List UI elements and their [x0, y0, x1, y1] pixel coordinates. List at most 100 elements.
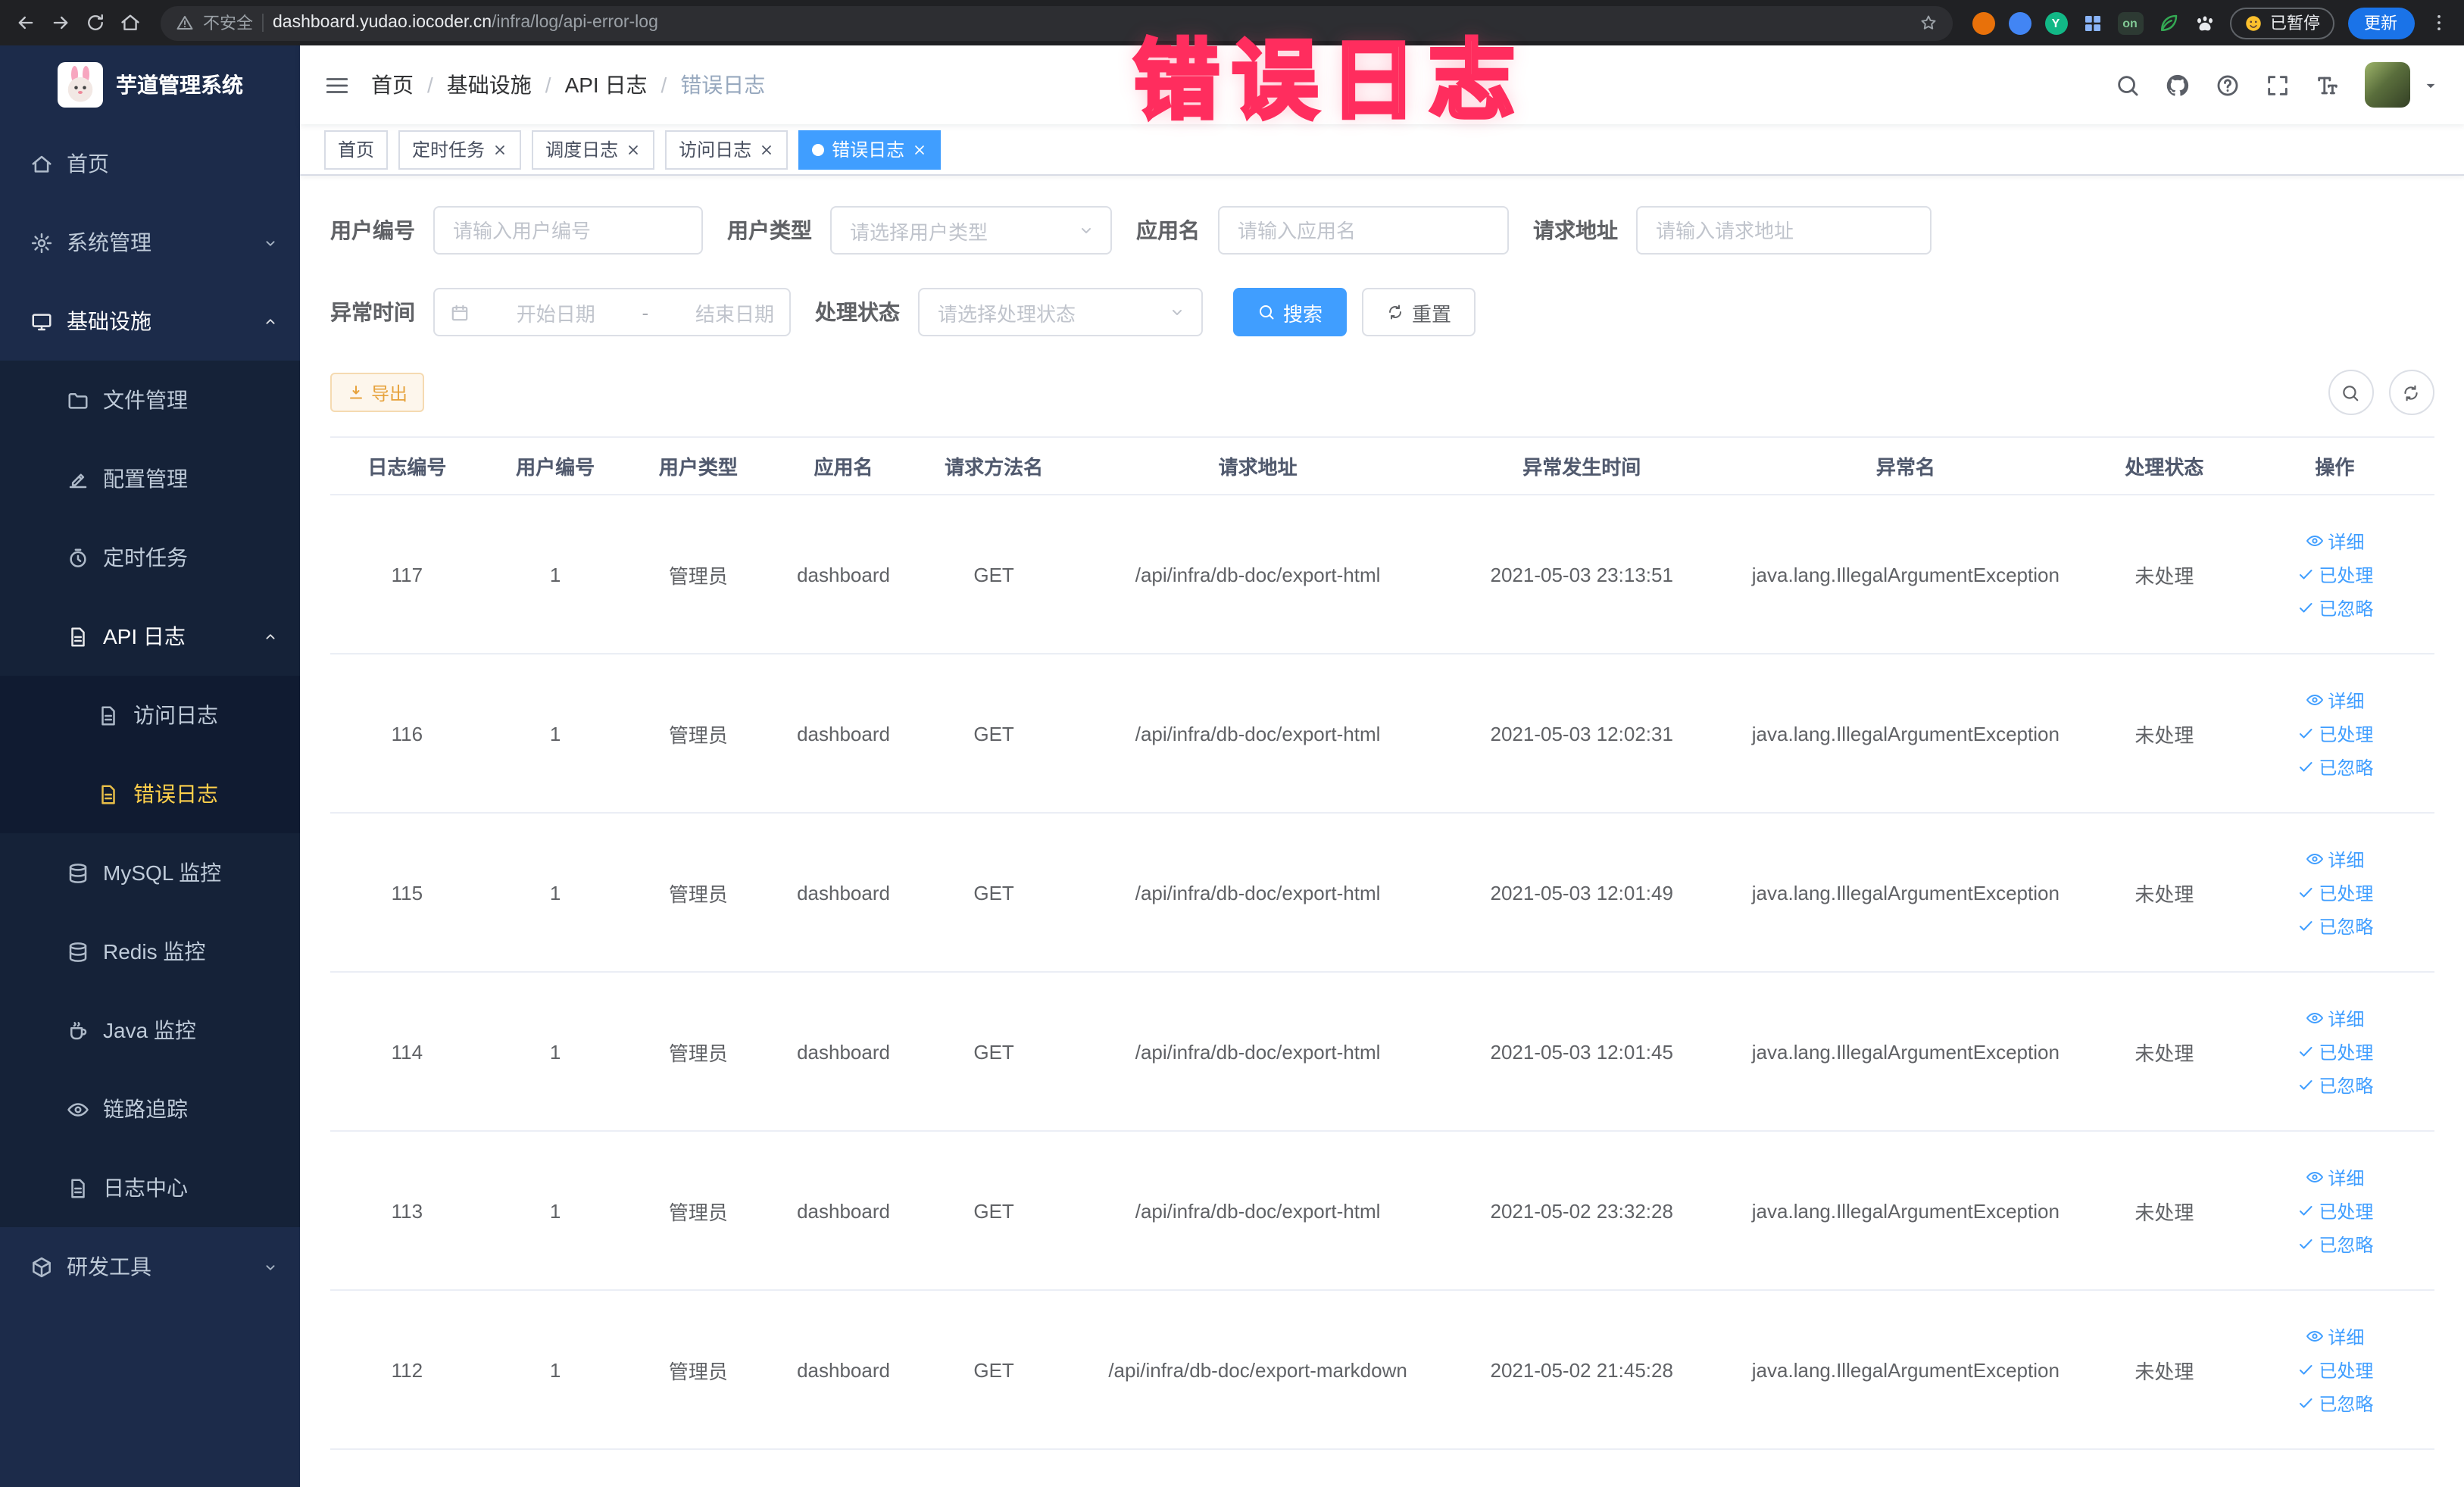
browser-update-button[interactable]: 更新 [2347, 7, 2414, 39]
processed-link[interactable]: 已处理 [2296, 1198, 2373, 1223]
ignored-link[interactable]: 已忽略 [2296, 754, 2373, 779]
detail-link[interactable]: 详细 [2305, 846, 2364, 872]
cell-app-name: dashboard [770, 972, 917, 1132]
security-label[interactable]: 不安全 [203, 11, 253, 35]
request-url-input[interactable] [1636, 206, 1932, 255]
extension-orange-icon[interactable] [1972, 11, 1994, 34]
sidebar-toggle-icon[interactable] [324, 72, 350, 98]
detail-link[interactable]: 详细 [2305, 687, 2364, 713]
browser-reload-icon[interactable] [85, 12, 106, 33]
sidebar-item[interactable]: MySQL 监控 [0, 833, 300, 912]
sidebar-item[interactable]: 定时任务 [0, 518, 300, 597]
db-icon [67, 861, 89, 884]
browser-forward-icon[interactable] [50, 12, 71, 33]
header-search-icon[interactable] [2114, 72, 2140, 98]
detail-link[interactable]: 详细 [2305, 528, 2364, 554]
sidebar-item[interactable]: 错误日志 [0, 754, 300, 833]
detail-link[interactable]: 详细 [2305, 1164, 2364, 1190]
sidebar-item-label: 日志中心 [103, 1176, 188, 1200]
exception-time-range-picker[interactable]: 开始日期 - 结束日期 [433, 288, 791, 336]
security-warning-icon[interactable] [176, 14, 194, 32]
refresh-table-button[interactable] [2388, 370, 2434, 415]
browser-home-icon[interactable] [120, 12, 141, 33]
app-name-input[interactable] [1218, 206, 1509, 255]
avatar-caret-icon[interactable] [2420, 75, 2440, 95]
breadcrumb-item[interactable]: 基础设施 [447, 70, 532, 100]
sidebar-item[interactable]: 首页 [0, 124, 300, 203]
sidebar-item[interactable]: 系统管理 [0, 203, 300, 282]
extension-on-badge[interactable]: on [2117, 11, 2143, 34]
sidebar-item[interactable]: API 日志 [0, 597, 300, 676]
extension-grid-icon[interactable] [2081, 11, 2103, 34]
column-header: 用户编号 [483, 437, 627, 495]
extension-blue-icon[interactable] [2008, 11, 2031, 34]
ignored-link[interactable]: 已忽略 [2296, 1231, 2373, 1257]
sidebar-item[interactable]: 基础设施 [0, 282, 300, 361]
browser-back-icon[interactable] [15, 12, 36, 33]
status-select[interactable]: 请选择处理状态 [918, 288, 1203, 336]
sidebar-item[interactable]: 访问日志 [0, 676, 300, 754]
tab-close-icon[interactable] [912, 142, 927, 157]
processed-link[interactable]: 已处理 [2296, 1039, 2373, 1064]
column-header: 用户类型 [626, 437, 770, 495]
tab-close-icon[interactable] [492, 142, 507, 157]
detail-link[interactable]: 详细 [2305, 1005, 2364, 1031]
sidebar-item[interactable]: 链路追踪 [0, 1070, 300, 1148]
browser-menu-icon[interactable] [2428, 12, 2449, 33]
user-avatar[interactable] [2364, 62, 2409, 108]
cell-status: 未处理 [2093, 972, 2236, 1132]
sidebar-item[interactable]: 配置管理 [0, 439, 300, 518]
fullscreen-icon[interactable] [2264, 72, 2290, 98]
reset-button[interactable]: 重置 [1362, 288, 1476, 336]
processed-link[interactable]: 已处理 [2296, 720, 2373, 746]
cell-method: GET [917, 1131, 1071, 1291]
extension-leaf-icon[interactable] [2156, 11, 2179, 34]
help-icon[interactable] [2214, 72, 2240, 98]
processed-link[interactable]: 已处理 [2296, 879, 2373, 905]
user-type-select[interactable]: 请选择用户类型 [830, 206, 1112, 255]
cell-request-url: /api/infra/db-doc/export-html [1070, 654, 1445, 814]
cell-status: 未处理 [2093, 1290, 2236, 1450]
ignored-link[interactable]: 已忽略 [2296, 1072, 2373, 1098]
cell-user-type: 管理员 [626, 495, 770, 654]
processed-link[interactable]: 已处理 [2296, 1357, 2373, 1382]
bookmark-star-icon[interactable] [1919, 14, 1937, 32]
sidebar-item[interactable]: 研发工具 [0, 1227, 300, 1306]
tab[interactable]: 定时任务 [398, 130, 522, 169]
request-url-label: 请求地址 [1533, 218, 1618, 242]
tab[interactable]: 错误日志 [798, 130, 942, 169]
export-button[interactable]: 导出 [330, 373, 425, 412]
address-bar[interactable]: 不安全 dashboard.yudao.iocoder.cn/infra/log… [161, 5, 1952, 40]
extension-y-icon[interactable]: Y [2044, 11, 2067, 34]
search-button[interactable]: 搜索 [1233, 288, 1348, 336]
tab-close-icon[interactable] [626, 142, 641, 157]
sidebar-item[interactable]: 文件管理 [0, 361, 300, 439]
tab-close-icon[interactable] [759, 142, 774, 157]
breadcrumb-item[interactable]: 首页 [371, 70, 414, 100]
ignored-link[interactable]: 已忽略 [2296, 1390, 2373, 1416]
sidebar-item[interactable]: 日志中心 [0, 1148, 300, 1227]
column-header: 请求地址 [1070, 437, 1445, 495]
toggle-search-button[interactable] [2328, 370, 2373, 415]
detail-link[interactable]: 详细 [2305, 1323, 2364, 1349]
paused-extension-badge[interactable]: 已暂停 [2229, 7, 2334, 39]
user-id-input[interactable] [433, 206, 703, 255]
breadcrumb-segment: 首页 / [371, 70, 433, 100]
processed-link[interactable]: 已处理 [2296, 561, 2373, 587]
tab[interactable]: 调度日志 [532, 130, 655, 169]
breadcrumb-item[interactable]: API 日志 [565, 70, 648, 100]
timer-icon [67, 546, 89, 569]
cell-log-id: 116 [330, 654, 484, 814]
sidebar-item[interactable]: Java 监控 [0, 991, 300, 1070]
ignored-link[interactable]: 已忽略 [2296, 913, 2373, 939]
tab[interactable]: 首页 [324, 130, 389, 169]
app-logo[interactable]: 芋道管理系统 [0, 45, 300, 124]
ignored-link[interactable]: 已忽略 [2296, 595, 2373, 620]
github-icon[interactable] [2164, 72, 2190, 98]
tab[interactable]: 访问日志 [665, 130, 789, 169]
extension-paw-icon[interactable] [2193, 11, 2216, 34]
sidebar-item[interactable]: Redis 监控 [0, 912, 300, 991]
font-size-icon[interactable] [2314, 72, 2340, 98]
eye-icon [2305, 1168, 2323, 1186]
config-icon [67, 467, 89, 490]
